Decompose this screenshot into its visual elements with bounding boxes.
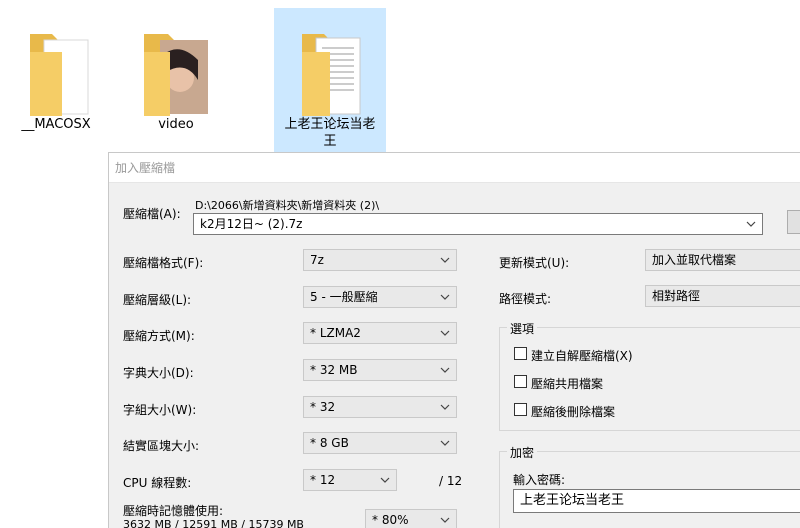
format-value: 7z — [310, 253, 324, 267]
path-mode-label: 路徑模式: — [499, 292, 552, 306]
dictionary-label: 字典大小(D): — [123, 366, 194, 380]
archive-filename: k2月12日~ (2).7z — [200, 217, 303, 231]
encryption-title: 加密 — [507, 444, 538, 461]
chevron-down-icon — [440, 367, 450, 373]
threads-label: CPU 線程數: — [123, 476, 192, 490]
memory-value: * 80% — [372, 513, 409, 527]
word-label: 字組大小(W): — [123, 403, 197, 417]
dialog-title: 加入壓縮檔 — [109, 153, 800, 183]
folder-label: video — [158, 117, 194, 132]
add-to-archive-dialog: 加入壓縮檔 壓縮檔(A): D:\2066\新增資料夾\新增資料夾 (2)\ k… — [108, 152, 800, 528]
level-label: 壓縮層級(L): — [123, 293, 192, 307]
memory-label: 壓縮時記憶體使用: — [123, 504, 224, 518]
method-select[interactable]: * LZMA2 — [303, 322, 457, 344]
chevron-down-icon — [440, 440, 450, 446]
threads-select[interactable]: * 12 — [303, 469, 397, 491]
folder-label: 上老王论坛当老王 — [284, 117, 376, 149]
solid-label: 結實區塊大小: — [123, 439, 200, 453]
delete-label: 壓縮後刪除檔案 — [531, 405, 616, 419]
shared-checkbox[interactable] — [514, 375, 527, 388]
dictionary-value: * 32 MB — [310, 363, 358, 377]
chevron-down-icon — [440, 330, 450, 336]
archive-filename-input[interactable]: k2月12日~ (2).7z — [193, 213, 763, 235]
format-label: 壓縮檔格式(F): — [123, 256, 204, 270]
archive-label: 壓縮檔(A): — [123, 207, 181, 221]
chevron-down-icon — [440, 257, 450, 263]
word-value: * 32 — [310, 400, 336, 414]
threads-value: * 12 — [310, 473, 336, 487]
chevron-down-icon[interactable] — [744, 214, 758, 234]
path-mode-value: 相對路徑 — [652, 289, 701, 303]
update-mode-select[interactable]: 加入並取代檔案 — [645, 249, 800, 271]
update-mode-value: 加入並取代檔案 — [652, 253, 737, 267]
update-mode-label: 更新模式(U): — [499, 256, 570, 270]
chevron-down-icon — [440, 517, 450, 523]
format-select[interactable]: 7z — [303, 249, 457, 271]
delete-checkbox[interactable] — [514, 403, 527, 416]
folder-label: __MACOSX — [21, 117, 91, 132]
archive-path: D:\2066\新增資料夾\新增資料夾 (2)\ — [195, 199, 380, 212]
method-value: * LZMA2 — [310, 326, 361, 340]
sfx-checkbox[interactable] — [514, 347, 527, 360]
memory-select[interactable]: * 80% — [365, 509, 457, 528]
sfx-label: 建立自解壓縮檔(X) — [531, 349, 633, 363]
solid-value: * 8 GB — [310, 436, 349, 450]
level-select[interactable]: 5 - 一般壓縮 — [303, 286, 457, 308]
chevron-down-icon — [440, 294, 450, 300]
word-select[interactable]: * 32 — [303, 396, 457, 418]
chevron-down-icon — [380, 477, 390, 483]
screen: __MACOSX video 上老王论坛当老王 加入壓縮檔 壓縮檔(A): D:… — [0, 0, 800, 528]
folder-selected[interactable]: 上老王论坛当老王 — [274, 8, 386, 152]
browse-button[interactable] — [787, 210, 800, 234]
folder-icon — [30, 34, 89, 116]
chevron-down-icon — [440, 404, 450, 410]
level-value: 5 - 一般壓縮 — [310, 290, 378, 304]
options-title: 選項 — [507, 320, 538, 337]
folder-icon — [302, 34, 361, 116]
folder-icon — [144, 34, 208, 116]
method-label: 壓縮方式(M): — [123, 329, 195, 343]
password-input[interactable]: 上老王论坛当老王 — [513, 489, 800, 513]
dictionary-select[interactable]: * 32 MB — [303, 359, 457, 381]
shared-label: 壓縮共用檔案 — [531, 377, 604, 391]
path-mode-select[interactable]: 相對路徑 — [645, 285, 800, 307]
password-label: 輸入密碼: — [513, 473, 566, 487]
memory-detail: 3632 MB / 12591 MB / 15739 MB — [123, 518, 304, 528]
threads-max: / 12 — [439, 474, 463, 488]
solid-select[interactable]: * 8 GB — [303, 432, 457, 454]
